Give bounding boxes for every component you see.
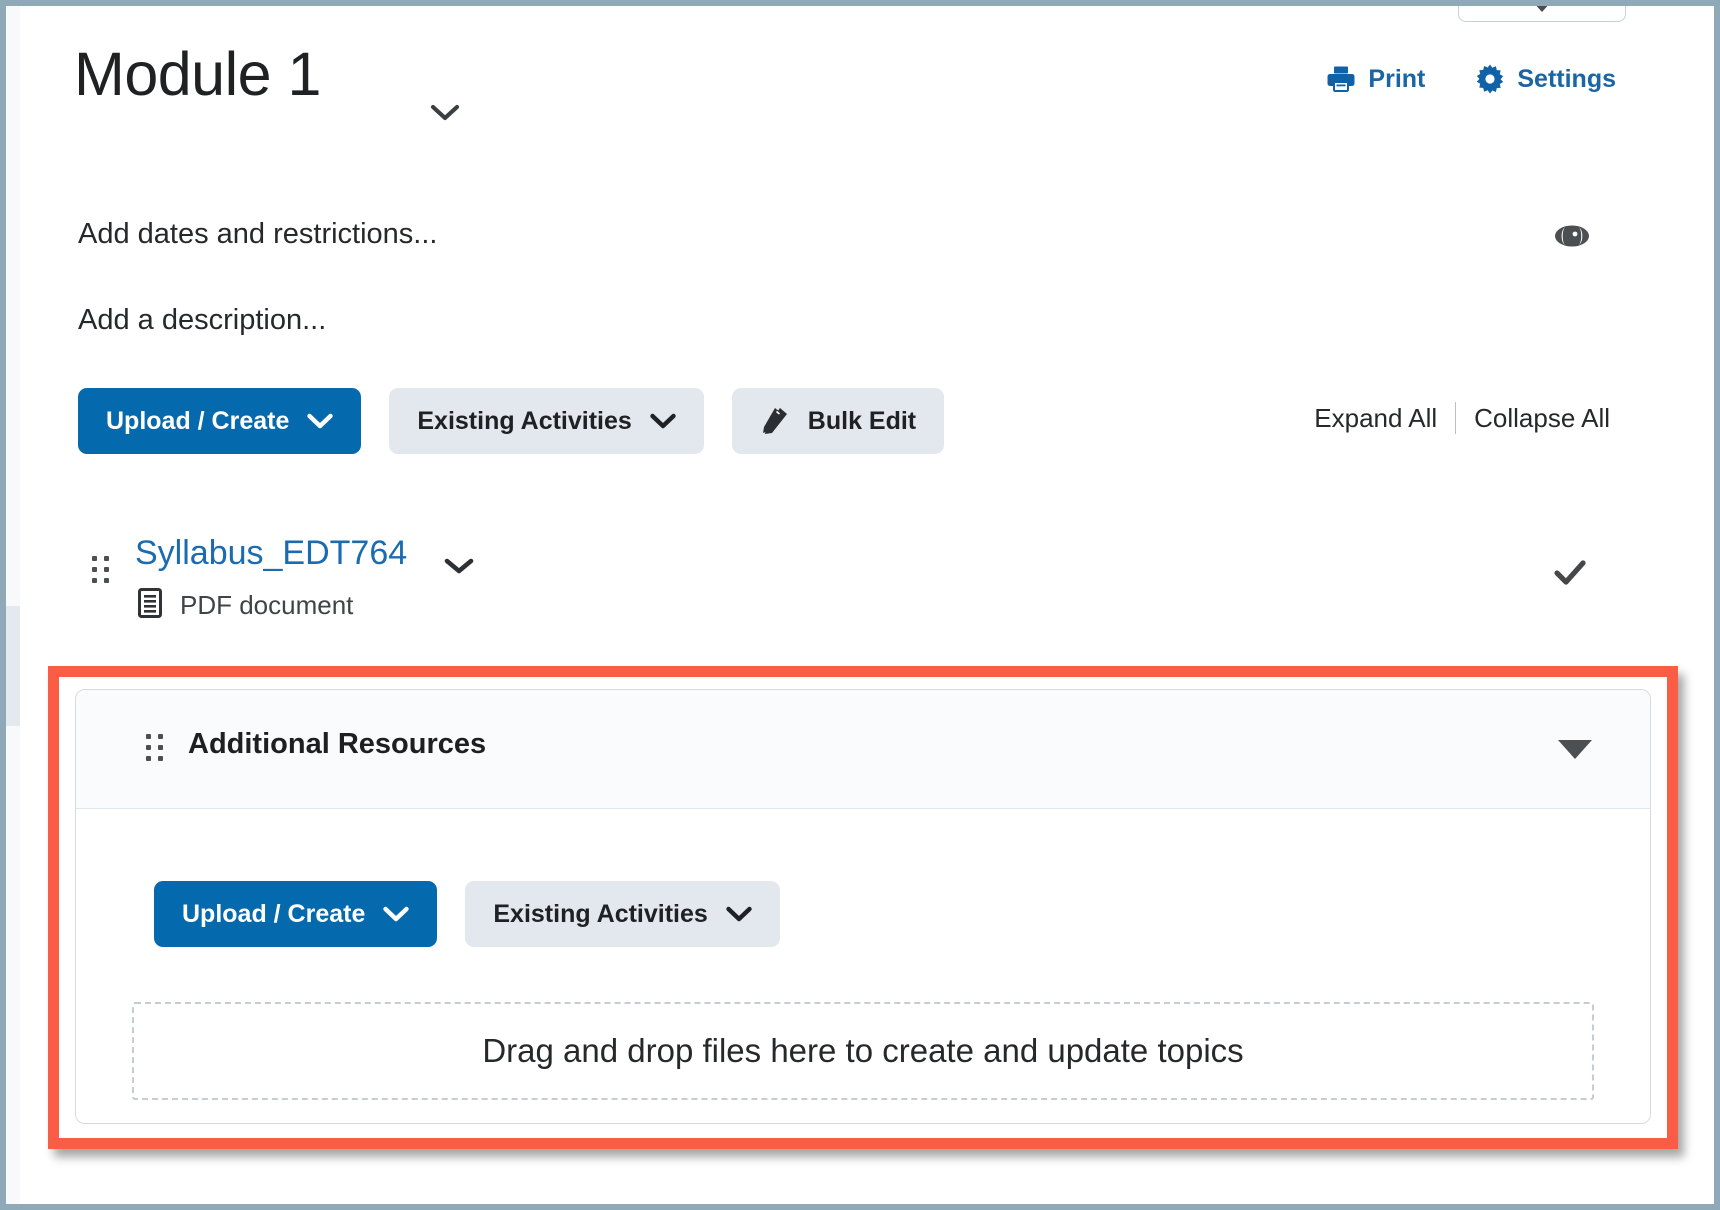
collapse-all-link[interactable]: Collapse All bbox=[1456, 403, 1628, 434]
dropzone-label: Drag and drop files here to create and u… bbox=[482, 1032, 1243, 1070]
module-page: Module 1 Print bbox=[20, 6, 1714, 1204]
gear-icon bbox=[1475, 64, 1505, 94]
sub-existing-activities-button[interactable]: Existing Activities bbox=[465, 881, 779, 947]
page-left-gutter bbox=[6, 6, 21, 1204]
bulk-edit-button[interactable]: Bulk Edit bbox=[732, 388, 944, 454]
upload-create-label: Upload / Create bbox=[106, 407, 289, 436]
upload-create-button[interactable]: Upload / Create bbox=[78, 388, 361, 454]
printer-icon bbox=[1326, 64, 1356, 94]
chevron-down-icon bbox=[1532, 1, 1552, 12]
topic-row: Syllabus_EDT764 PDF document bbox=[20, 534, 1714, 654]
checkmark-icon[interactable] bbox=[1550, 552, 1590, 592]
sub-module-title: Additional Resources bbox=[188, 728, 486, 761]
sub-module-body: Upload / Create Existing Activities bbox=[76, 809, 1650, 1124]
chevron-down-icon bbox=[650, 413, 676, 429]
document-icon bbox=[138, 588, 162, 623]
sub-module-toolbar: Upload / Create Existing Activities bbox=[154, 881, 780, 947]
sub-existing-activities-label: Existing Activities bbox=[493, 900, 707, 929]
expand-all-link[interactable]: Expand All bbox=[1296, 403, 1455, 434]
sub-upload-create-button[interactable]: Upload / Create bbox=[154, 881, 437, 947]
drag-handle-icon[interactable] bbox=[92, 556, 109, 583]
settings-label: Settings bbox=[1517, 65, 1616, 94]
topic-type-label: PDF document bbox=[180, 590, 353, 621]
print-label: Print bbox=[1368, 65, 1425, 94]
page-title: Module 1 bbox=[74, 44, 321, 105]
module-header: Module 1 Print bbox=[20, 32, 1714, 136]
bulk-edit-label: Bulk Edit bbox=[808, 407, 916, 436]
collapsed-dropdown[interactable] bbox=[1458, 0, 1626, 22]
module-toolbar: Upload / Create Existing Activities bbox=[78, 388, 944, 454]
topic-type: PDF document bbox=[138, 588, 353, 623]
print-button[interactable]: Print bbox=[1326, 64, 1425, 94]
header-actions: Print Settings bbox=[1326, 64, 1616, 94]
sub-upload-create-label: Upload / Create bbox=[182, 900, 365, 929]
pencil-icon bbox=[760, 406, 790, 436]
chevron-down-icon[interactable] bbox=[430, 104, 460, 122]
add-description-link[interactable]: Add a description... bbox=[78, 304, 326, 337]
highlight-annotation-box: Additional Resources Upload / Create bbox=[48, 666, 1678, 1149]
chevron-down-icon bbox=[383, 906, 409, 922]
drag-handle-icon[interactable] bbox=[146, 734, 163, 761]
existing-activities-button[interactable]: Existing Activities bbox=[389, 388, 703, 454]
chevron-down-icon bbox=[726, 906, 752, 922]
file-dropzone[interactable]: Drag and drop files here to create and u… bbox=[132, 1002, 1594, 1100]
sub-module-header: Additional Resources bbox=[76, 690, 1650, 809]
existing-activities-label: Existing Activities bbox=[417, 407, 631, 436]
eye-icon[interactable] bbox=[1550, 220, 1594, 252]
expand-collapse-controls: Expand All Collapse All bbox=[1296, 402, 1628, 434]
chevron-down-icon bbox=[307, 413, 333, 429]
content-browser-window: Module 1 Print bbox=[0, 0, 1720, 1210]
page-left-gutter-marker bbox=[6, 606, 20, 726]
settings-button[interactable]: Settings bbox=[1475, 64, 1616, 94]
triangle-down-icon[interactable] bbox=[1558, 740, 1592, 759]
topic-title-link[interactable]: Syllabus_EDT764 bbox=[135, 534, 407, 573]
sub-module-card: Additional Resources Upload / Create bbox=[75, 689, 1651, 1124]
chevron-down-icon[interactable] bbox=[444, 556, 474, 576]
add-dates-restrictions-link[interactable]: Add dates and restrictions... bbox=[78, 218, 437, 251]
